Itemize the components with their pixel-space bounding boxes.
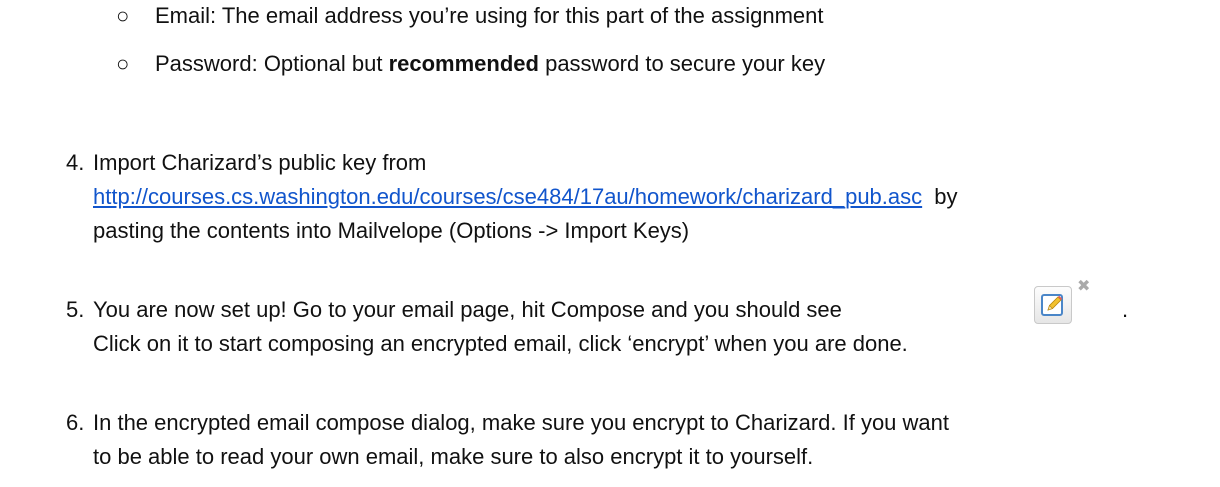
password-bold: recommended — [388, 51, 539, 76]
password-prefix: Password: Optional but — [155, 51, 389, 76]
sub-bullet-email: Email: The email address you’re using fo… — [155, 3, 824, 28]
step-number-5: 5. — [66, 297, 85, 322]
close-icon[interactable]: ✖ — [1077, 278, 1090, 294]
password-suffix: password to secure your key — [538, 51, 826, 76]
mailvelope-compose-button[interactable] — [1034, 286, 1072, 324]
step-6-line-1: In the encrypted email compose dialog, m… — [93, 410, 949, 435]
step-4-line-2: http://courses.cs.washington.edu/courses… — [93, 183, 958, 211]
step-4-line-1: Import Charizard’s public key from — [93, 150, 427, 175]
step-number-4: 4. — [66, 150, 85, 175]
step-4-link-after: by — [928, 184, 958, 209]
sub-bullet-marker: ○ — [116, 3, 130, 28]
sub-bullet-marker: ○ — [116, 51, 130, 76]
step-5-line-1-end: . — [1122, 297, 1129, 322]
step-5-line-1: You are now set up! Go to your email pag… — [93, 297, 842, 322]
sub-bullet-password: Password: Optional but recommended passw… — [155, 50, 825, 78]
step-6-line-2: to be able to read your own email, make … — [93, 444, 814, 469]
charizard-pub-key-link[interactable]: http://courses.cs.washington.edu/courses… — [93, 184, 922, 209]
pencil-edit-icon — [1041, 294, 1063, 316]
step-4-line-3: pasting the contents into Mailvelope (Op… — [93, 218, 690, 243]
step-number-6: 6. — [66, 410, 85, 435]
step-5-line-2: Click on it to start composing an encryp… — [93, 331, 908, 356]
